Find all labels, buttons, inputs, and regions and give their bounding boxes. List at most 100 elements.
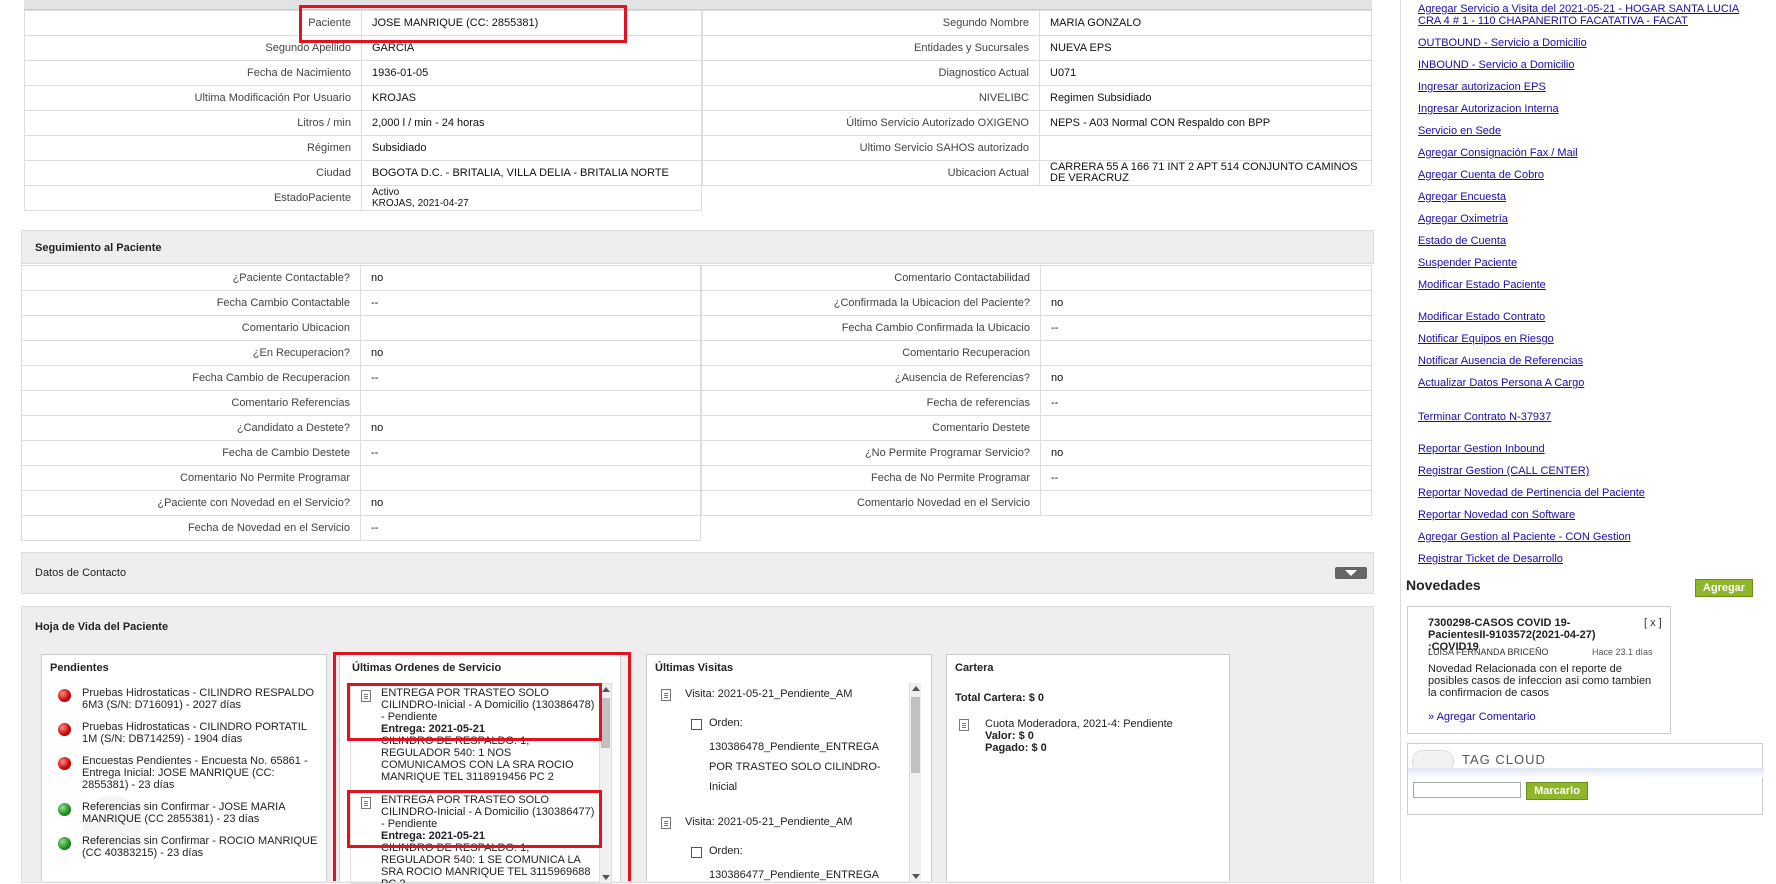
field-label: Entidades y Sucursales bbox=[702, 35, 1040, 61]
link-gestion-call-center[interactable]: Registrar Gestion (CALL CENTER) bbox=[1418, 465, 1589, 477]
field-label: Segundo Nombre bbox=[702, 10, 1040, 36]
seguimiento-right-table: Comentario Contactabilidad ¿Confirmada l… bbox=[701, 265, 1372, 516]
link-oximetria[interactable]: Agregar Oximetría bbox=[1418, 213, 1508, 225]
visita-orden[interactable]: 130386477_Pendiente_ENTREGA bbox=[709, 865, 894, 882]
checkbox-icon[interactable] bbox=[691, 847, 702, 858]
field-label: Comentario Referencias bbox=[21, 390, 361, 416]
novedades-title: Novedades bbox=[1406, 577, 1481, 593]
visitas-scrollbar[interactable] bbox=[909, 683, 921, 882]
link-outbound[interactable]: OUTBOUND - Servicio a Domicilio bbox=[1418, 37, 1587, 49]
link-terminar-contrato[interactable]: Terminar Contrato N-37937 bbox=[1418, 411, 1551, 423]
link-suspender[interactable]: Suspender Paciente bbox=[1418, 257, 1517, 269]
pendiente-item[interactable]: Referencias sin Confirmar - ROCIO MANRIQ… bbox=[58, 835, 324, 859]
field-label: Fecha Cambio de Recuperacion bbox=[21, 365, 361, 391]
checkbox-icon[interactable] bbox=[691, 719, 702, 730]
pendiente-text: Referencias sin Confirmar - JOSE MARIA M… bbox=[82, 801, 285, 825]
status-red-icon bbox=[58, 689, 71, 702]
agregar-novedad-button[interactable]: Agregar bbox=[1695, 579, 1753, 597]
visita-label[interactable]: Visita: 2021-05-21_Pendiente_AM bbox=[685, 688, 852, 700]
pendiente-item[interactable]: Pruebas Hidrostaticas - CILINDRO PORTATI… bbox=[58, 721, 324, 745]
field-value bbox=[360, 390, 701, 416]
tag-input[interactable] bbox=[1413, 782, 1521, 798]
field-value bbox=[360, 315, 701, 341]
visita-label[interactable]: Visita: 2021-05-21_Pendiente_AM bbox=[685, 816, 852, 828]
marcarlo-button[interactable]: Marcarlo bbox=[1526, 782, 1588, 800]
field-value: Subsidiado bbox=[361, 135, 702, 161]
highlight-orden-2 bbox=[347, 790, 602, 848]
field-value: KROJAS bbox=[361, 85, 702, 111]
tag-cloud-band bbox=[1408, 768, 1764, 778]
pendiente-item[interactable]: Referencias sin Confirmar - JOSE MARIA M… bbox=[58, 801, 324, 825]
field-value bbox=[1039, 135, 1372, 161]
field-label: Último Servicio Autorizado OXIGENO bbox=[702, 110, 1040, 136]
main-content: Paciente JOSE MANRIQUE (CC: 2855381) Segu… bbox=[0, 0, 1390, 884]
link-encuesta[interactable]: Agregar Encuesta bbox=[1418, 191, 1506, 203]
cartera-item-label: Cuota Moderadora, 2021-4: Pendiente bbox=[985, 718, 1173, 730]
field-value: -- bbox=[1040, 390, 1372, 416]
link-estado-cuenta[interactable]: Estado de Cuenta bbox=[1418, 235, 1506, 247]
expand-toggle-icon[interactable] bbox=[1335, 567, 1367, 579]
link-ausencia-referencias[interactable]: Notificar Ausencia de Referencias bbox=[1418, 355, 1583, 367]
pendiente-item[interactable]: Pruebas Hidrostaticas - CILINDRO RESPALD… bbox=[58, 687, 324, 711]
agregar-comentario-link[interactable]: » Agregar Comentario bbox=[1428, 711, 1536, 723]
link-cuenta-cobro[interactable]: Agregar Cuenta de Cobro bbox=[1418, 169, 1544, 181]
panel-title: Últimas Visitas bbox=[655, 662, 734, 674]
link-agregar-servicio-visita[interactable]: Agregar Servicio a Visita del 2021-05-21… bbox=[1418, 3, 1748, 27]
field-value: no bbox=[1040, 440, 1372, 466]
scroll-up-icon[interactable] bbox=[912, 686, 920, 691]
pendientes-panel: Pendientes Pruebas Hidrostaticas - CILIN… bbox=[41, 654, 327, 881]
link-equipos-riesgo[interactable]: Notificar Equipos en Riesgo bbox=[1418, 333, 1554, 345]
visita-orden[interactable]: 130386478_Pendiente_ENTREGA POR TRASTEO … bbox=[709, 737, 894, 797]
link-novedad-pertinencia[interactable]: Reportar Novedad de Pertinencia del Paci… bbox=[1418, 487, 1645, 499]
visitas-panel: Últimas Visitas Visita: 2021-05-21_Pendi… bbox=[646, 654, 932, 882]
link-ticket-desarrollo[interactable]: Registrar Ticket de Desarrollo bbox=[1418, 553, 1563, 565]
link-consignacion[interactable]: Agregar Consignación Fax / Mail bbox=[1418, 147, 1578, 159]
scroll-thumb[interactable] bbox=[911, 697, 920, 773]
cartera-item[interactable]: Cuota Moderadora, 2021-4: Pendiente Valo… bbox=[985, 718, 1173, 754]
field-value: BOGOTA D.C. - BRITALIA, VILLA DELIA - BR… bbox=[361, 160, 702, 186]
field-label: NIVELIBC bbox=[702, 85, 1040, 111]
field-label: Fecha de No Permite Programar bbox=[701, 465, 1041, 491]
field-value: no bbox=[1040, 365, 1372, 391]
field-value: -- bbox=[360, 365, 701, 391]
field-label: Fecha de Novedad en el Servicio bbox=[21, 515, 361, 541]
cartera-panel: Cartera Total Cartera: $ 0 Cuota Moderad… bbox=[946, 654, 1230, 881]
status-green-icon bbox=[58, 837, 71, 850]
highlight-orden-1 bbox=[347, 683, 602, 741]
link-modificar-estado-paciente[interactable]: Modificar Estado Paciente bbox=[1418, 279, 1546, 291]
field-label: Ciudad bbox=[24, 160, 362, 186]
field-value bbox=[1040, 265, 1372, 291]
field-value: NEPS - A03 Normal CON Respaldo con BPP bbox=[1039, 110, 1372, 136]
datos-contacto-header[interactable]: Datos de Contacto bbox=[21, 552, 1374, 594]
link-gestion-inbound[interactable]: Reportar Gestion Inbound bbox=[1418, 443, 1545, 455]
visitas-list[interactable]: Visita: 2021-05-21_Pendiente_AM Orden: 1… bbox=[657, 683, 921, 882]
link-novedad-software[interactable]: Reportar Novedad con Software bbox=[1418, 509, 1575, 521]
link-modificar-estado-contrato[interactable]: Modificar Estado Contrato bbox=[1418, 311, 1545, 323]
close-icon[interactable]: [ x ] bbox=[1644, 617, 1662, 629]
field-value: no bbox=[360, 340, 701, 366]
pendiente-item[interactable]: Encuestas Pendientes - Encuesta No. 6586… bbox=[58, 755, 324, 791]
link-inbound[interactable]: INBOUND - Servicio a Domicilio bbox=[1418, 59, 1574, 71]
field-label: Fecha de Cambio Destete bbox=[21, 440, 361, 466]
field-label: ¿No Permite Programar Servicio? bbox=[701, 440, 1041, 466]
link-autorizacion-eps[interactable]: Ingresar autorizacion EPS bbox=[1418, 81, 1546, 93]
field-label: Ultima Modificación Por Usuario bbox=[24, 85, 362, 111]
field-label: Régimen bbox=[24, 135, 362, 161]
patient-info-right-table: Segundo Nombre MARIA GONZALO Entidades y … bbox=[702, 10, 1372, 186]
link-gestion-paciente[interactable]: Agregar Gestion al Paciente - CON Gestio… bbox=[1418, 531, 1631, 543]
field-value bbox=[1040, 340, 1372, 366]
link-datos-persona-cargo[interactable]: Actualizar Datos Persona A Cargo bbox=[1418, 377, 1584, 389]
field-label: ¿Candidato a Destete? bbox=[21, 415, 361, 441]
scroll-down-icon[interactable] bbox=[912, 874, 920, 879]
field-value: -- bbox=[1040, 315, 1372, 341]
status-red-icon bbox=[58, 723, 71, 736]
link-servicio-sede[interactable]: Servicio en Sede bbox=[1418, 125, 1501, 137]
field-value: -- bbox=[1040, 465, 1372, 491]
field-value: CARRERA 55 A 166 71 INT 2 APT 514 CONJUN… bbox=[1039, 160, 1372, 186]
actions-sidebar: Agregar Servicio a Visita del 2021-05-21… bbox=[1400, 0, 1776, 881]
field-value: -- bbox=[360, 290, 701, 316]
field-value: U071 bbox=[1039, 60, 1372, 86]
novedad-body: Novedad Relacionada con el reporte de po… bbox=[1428, 663, 1652, 699]
link-autorizacion-interna[interactable]: Ingresar Autorizacion Interna bbox=[1418, 103, 1559, 115]
status-red-icon bbox=[58, 757, 71, 770]
